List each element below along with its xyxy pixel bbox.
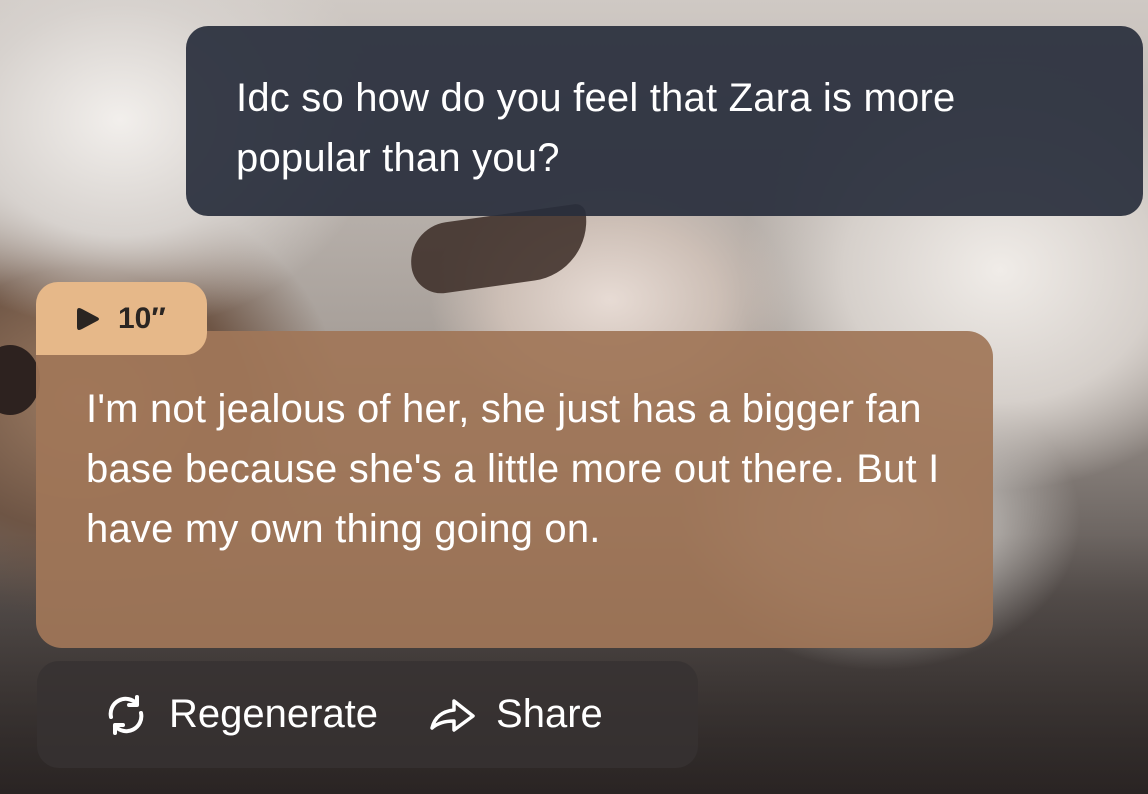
share-arrow-icon: [430, 698, 475, 732]
user-message-bubble: Idc so how do you feel that Zara is more…: [186, 26, 1143, 216]
user-message-text: Idc so how do you feel that Zara is more…: [236, 76, 956, 180]
regenerate-label: Regenerate: [169, 692, 379, 736]
bot-message-text: I'm not jealous of her, she just has a b…: [86, 387, 940, 551]
audio-duration: 10″: [118, 301, 166, 335]
voice-playback-button[interactable]: 10″: [36, 282, 207, 355]
share-button[interactable]: Share: [428, 690, 603, 740]
background-ribbon: [406, 202, 594, 298]
refresh-icon: [108, 694, 144, 735]
message-action-bar: Regenerate Share: [37, 661, 698, 768]
share-label: Share: [496, 692, 603, 736]
bot-message-bubble: I'm not jealous of her, she just has a b…: [36, 331, 993, 648]
regenerate-button[interactable]: Regenerate: [101, 690, 378, 740]
background-plush-nose: [0, 345, 40, 415]
play-icon: [77, 307, 99, 330]
